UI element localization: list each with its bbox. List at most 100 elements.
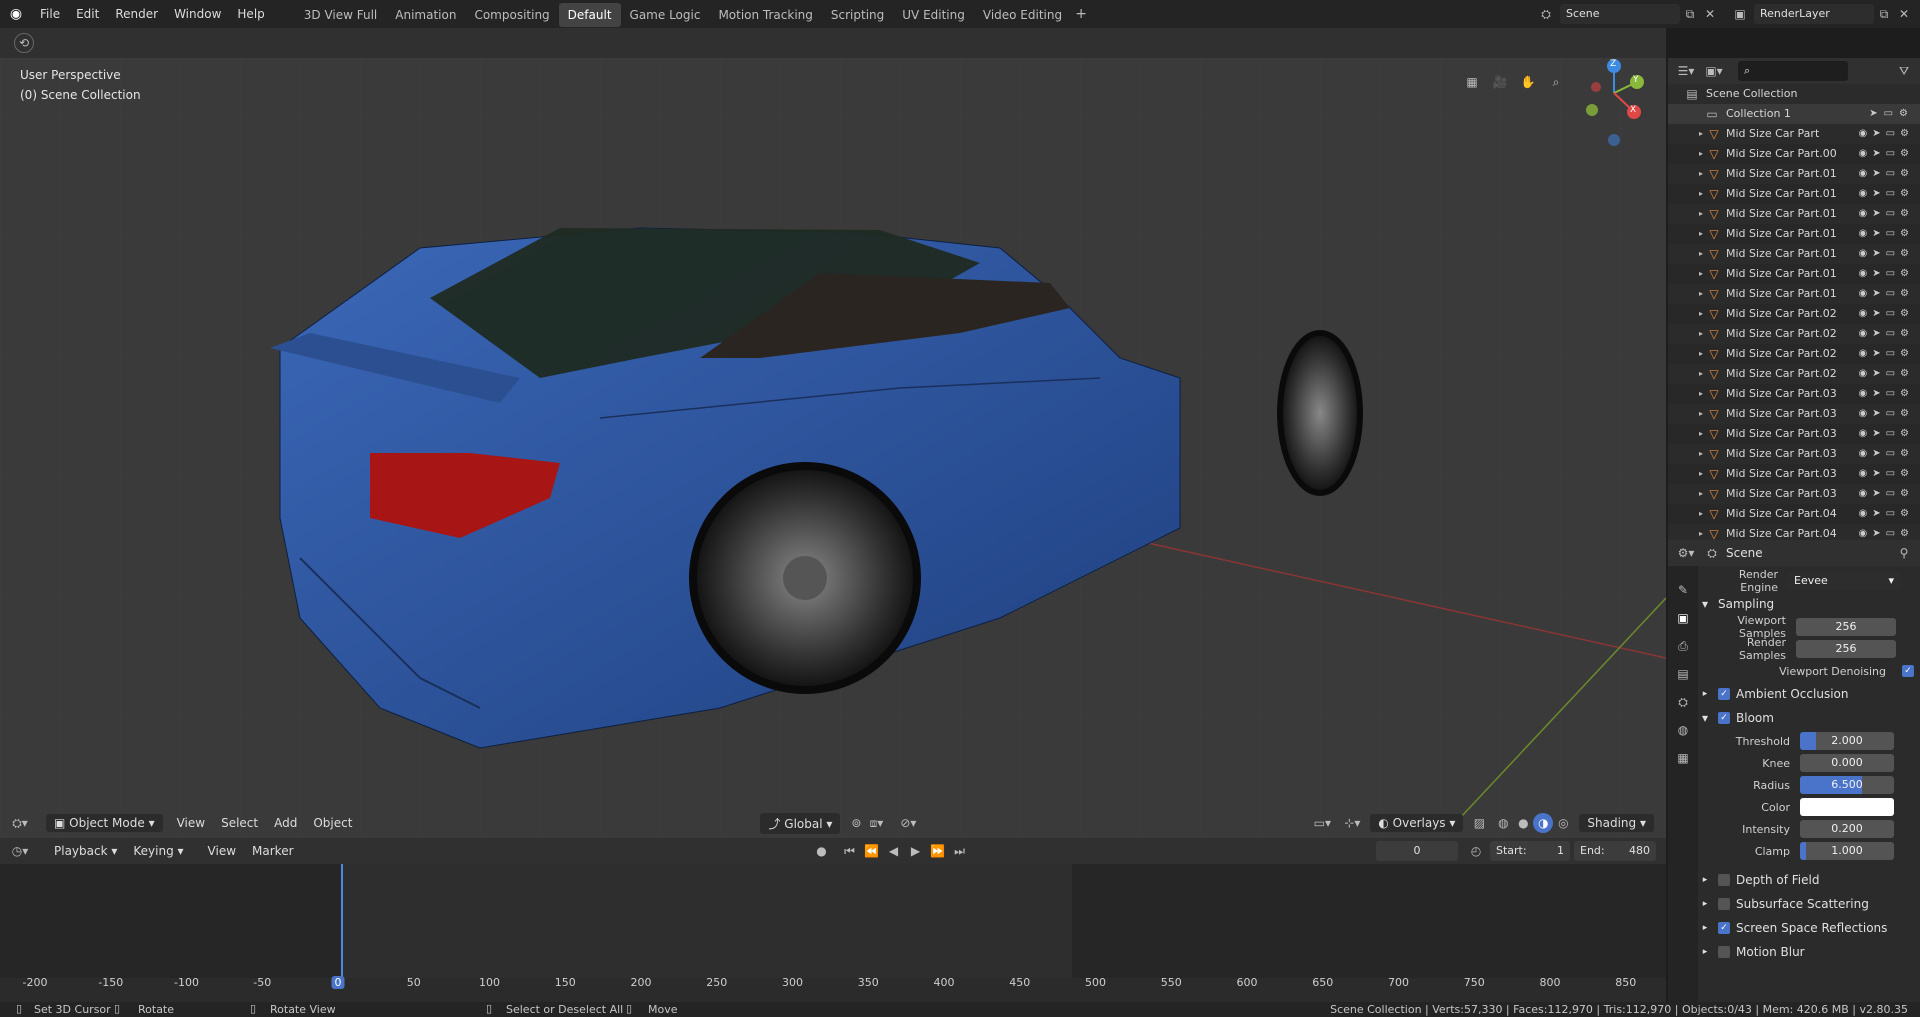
outliner-scene-collection[interactable]: ▤ Scene Collection [1668, 84, 1920, 104]
tab-video-editing[interactable]: Video Editing [974, 3, 1071, 27]
renderlayer-field[interactable]: RenderLayer [1754, 4, 1874, 24]
filter-icon[interactable]: ⛛ [1894, 61, 1914, 81]
row-toggles[interactable]: ◉➤▭⚙ [1858, 384, 1914, 404]
snap-icon[interactable]: ⧈▾ [866, 813, 886, 833]
transform-orientation-dropdown[interactable]: ⤴ Global ▾ [760, 812, 841, 834]
menu-render[interactable]: Render [107, 0, 166, 28]
collection-toggles[interactable]: ➤▭⚙ [1869, 104, 1914, 124]
ssr-panel-header[interactable]: ▸ ✓ Screen Space Reflections [1698, 916, 1920, 940]
expand-arrow-icon[interactable]: ▸ [1696, 244, 1706, 264]
intensity-slider[interactable]: 0.200 [1800, 820, 1894, 838]
scene-tab-icon[interactable]: ⛭ [1673, 692, 1693, 712]
expand-arrow-icon[interactable]: ▸ [1696, 464, 1706, 484]
viewport-menu-object[interactable]: Object [305, 816, 360, 830]
expand-arrow-icon[interactable]: ▸ [1696, 364, 1706, 384]
gizmo-toggle-icon[interactable]: ⊹▾ [1342, 813, 1362, 833]
outliner-object-row[interactable]: ▸ ▽ Mid Size Car Part.03 ◉➤▭⚙ [1668, 484, 1920, 504]
tab-default[interactable]: Default [558, 3, 621, 27]
tab-motion-tracking[interactable]: Motion Tracking [709, 3, 821, 27]
outliner-object-row[interactable]: ▸ ▽ Mid Size Car Part.01 ◉➤▭⚙ [1668, 204, 1920, 224]
outliner-object-row[interactable]: ▸ ▽ Mid Size Car Part.00 ◉➤▭⚙ [1668, 144, 1920, 164]
timeline-menu-marker[interactable]: Marker [244, 844, 301, 858]
pivot-icon[interactable]: ⊚ [846, 813, 866, 833]
jump-end-icon[interactable]: ⏭ [950, 841, 970, 861]
play-reverse-icon[interactable]: ◀ [884, 841, 904, 861]
camera-icon[interactable]: 🎥 [1490, 72, 1510, 92]
output-tab-icon[interactable]: ⎙ [1673, 636, 1693, 656]
transform-tool-icon[interactable]: ⟲ [14, 33, 34, 53]
row-toggles[interactable]: ◉➤▭⚙ [1858, 284, 1914, 304]
expand-arrow-icon[interactable]: ▸ [1696, 484, 1706, 504]
subsurface-checkbox[interactable] [1718, 898, 1730, 910]
outliner-object-row[interactable]: ▸ ▽ Mid Size Car Part.01 ◉➤▭⚙ [1668, 164, 1920, 184]
sampling-panel-header[interactable]: ▾ Sampling [1698, 592, 1920, 616]
threshold-slider[interactable]: 2.000 [1800, 732, 1894, 750]
menu-help[interactable]: Help [229, 0, 272, 28]
row-toggles[interactable]: ◉➤▭⚙ [1858, 504, 1914, 524]
expand-arrow-icon[interactable]: ▸ [1696, 184, 1706, 204]
outliner-object-row[interactable]: ▸ ▽ Mid Size Car Part.02 ◉➤▭⚙ [1668, 324, 1920, 344]
close-scene-icon[interactable]: ✕ [1700, 4, 1720, 24]
expand-arrow-icon[interactable]: ▸ [1696, 324, 1706, 344]
tab-game-logic[interactable]: Game Logic [621, 3, 710, 27]
timeline-menu-view[interactable]: View [200, 844, 244, 858]
tab-uv-editing[interactable]: UV Editing [893, 3, 974, 27]
shading-dropdown[interactable]: Shading ▾ [1579, 814, 1654, 832]
outliner-object-row[interactable]: ▸ ▽ Mid Size Car Part.03 ◉➤▭⚙ [1668, 464, 1920, 484]
expand-arrow-icon[interactable]: ▸ [1696, 224, 1706, 244]
properties-editor-type-icon[interactable]: ⚙▾ [1676, 543, 1696, 563]
proportional-icon[interactable]: ⊘▾ [898, 813, 918, 833]
viewport-samples-field[interactable]: 256 [1796, 618, 1896, 636]
expand-arrow-icon[interactable]: ▸ [1696, 164, 1706, 184]
visibility-icon[interactable]: ▭▾ [1312, 813, 1332, 833]
viewport-denoising-checkbox[interactable]: ✓ [1902, 665, 1914, 677]
world-tab-icon[interactable]: ◍ [1673, 720, 1693, 740]
scene-icon[interactable]: ⛭ [1536, 4, 1556, 24]
properties-editor[interactable]: ⚙▾ ⛭ Scene ⚲ ✎ ▣ ⎙ ▤ ⛭ ◍ ▦ Render Engine… [1668, 540, 1920, 1002]
outliner-object-row[interactable]: ▸ ▽ Mid Size Car Part.03 ◉➤▭⚙ [1668, 384, 1920, 404]
motion-blur-panel-header[interactable]: ▸ Motion Blur [1698, 940, 1920, 964]
expand-arrow-icon[interactable]: ▸ [1696, 284, 1706, 304]
current-frame-field[interactable]: 0 [1376, 841, 1458, 861]
row-toggles[interactable]: ◉➤▭⚙ [1858, 324, 1914, 344]
close-layer-icon[interactable]: ✕ [1894, 4, 1914, 24]
outliner-object-row[interactable]: ▸ ▽ Mid Size Car Part.02 ◉➤▭⚙ [1668, 304, 1920, 324]
tab-3d-view-full[interactable]: 3D View Full [295, 3, 387, 27]
menu-window[interactable]: Window [166, 0, 229, 28]
expand-arrow-icon[interactable]: ▸ [1696, 124, 1706, 144]
depth-of-field-panel-header[interactable]: ▸ Depth of Field [1698, 868, 1920, 892]
prev-key-icon[interactable]: ⏪ [862, 841, 882, 861]
outliner-object-row[interactable]: ▸ ▽ Mid Size Car Part.02 ◉➤▭⚙ [1668, 344, 1920, 364]
outliner[interactable]: ☰▾ ▣▾ ⌕ ⛛ ▤ Scene Collection ▭ Collection … [1668, 58, 1920, 544]
expand-arrow-icon[interactable]: ▸ [1696, 504, 1706, 524]
row-toggles[interactable]: ◉➤▭⚙ [1858, 344, 1914, 364]
3d-viewport[interactable]: Z Y X User Perspective (0) Scene Collect… [0, 58, 1666, 838]
outliner-object-row[interactable]: ▸ ▽ Mid Size Car Part.01 ◉➤▭⚙ [1668, 284, 1920, 304]
renderlayer-icon[interactable]: ▣ [1730, 4, 1750, 24]
outliner-object-row[interactable]: ▸ ▽ Mid Size Car Part.01 ◉➤▭⚙ [1668, 224, 1920, 244]
outliner-object-row[interactable]: ▸ ▽ Mid Size Car Part.03 ◉➤▭⚙ [1668, 424, 1920, 444]
render-engine-dropdown[interactable]: Eevee ▾ [1788, 572, 1900, 590]
tab-compositing[interactable]: Compositing [465, 3, 558, 27]
object-mode-dropdown[interactable]: ▣ Object Mode ▾ [46, 814, 163, 832]
overlays-dropdown[interactable]: ◐ Overlays ▾ [1370, 814, 1464, 832]
play-icon[interactable]: ▶ [906, 841, 926, 861]
outliner-object-row[interactable]: ▸ ▽ Mid Size Car Part.01 ◉➤▭⚙ [1668, 184, 1920, 204]
editor-type-icon[interactable]: ⛭▾ [10, 813, 30, 833]
row-toggles[interactable]: ◉➤▭⚙ [1858, 464, 1914, 484]
display-mode-icon[interactable]: ▣▾ [1704, 61, 1724, 81]
xray-icon[interactable]: ▨ [1469, 813, 1489, 833]
outliner-object-row[interactable]: ▸ ▽ Mid Size Car Part.03 ◉➤▭⚙ [1668, 404, 1920, 424]
zoom-icon[interactable]: ⌕ [1546, 72, 1566, 92]
hand-pan-icon[interactable]: ✋ [1518, 72, 1538, 92]
row-toggles[interactable]: ◉➤▭⚙ [1858, 364, 1914, 384]
scene-field[interactable]: Scene [1560, 4, 1680, 24]
timer-icon[interactable]: ◴ [1466, 841, 1486, 861]
outliner-editor-type-icon[interactable]: ☰▾ [1676, 61, 1696, 81]
tab-scripting[interactable]: Scripting [822, 3, 893, 27]
copy-layer-icon[interactable]: ⧉ [1874, 4, 1894, 24]
clamp-slider[interactable]: 1.000 [1800, 842, 1894, 860]
row-toggles[interactable]: ◉➤▭⚙ [1858, 244, 1914, 264]
row-toggles[interactable]: ◉➤▭⚙ [1858, 124, 1914, 144]
expand-arrow-icon[interactable]: ▸ [1696, 304, 1706, 324]
